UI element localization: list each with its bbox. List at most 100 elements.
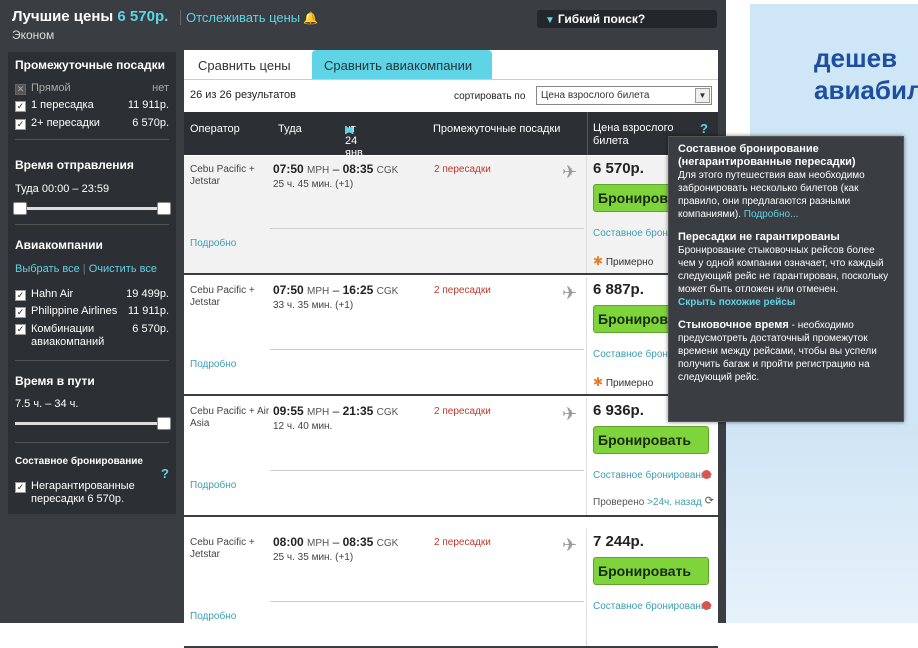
warning-icon <box>702 470 711 479</box>
col-outbound[interactable]: Туда <box>278 123 302 135</box>
next-date-icon[interactable]: ▶ <box>345 123 353 136</box>
details-link[interactable]: Подробно <box>190 611 236 622</box>
approx-note: ✱ Примерно <box>593 375 654 389</box>
airline-option-combinations[interactable]: ✓ Комбинации авиакомпаний 6 570р. <box>15 323 169 349</box>
stop-option-2plus[interactable]: ✓ 2+ пересадки 6 570р. <box>15 117 169 130</box>
checkbox-icon: ✓ <box>15 324 26 335</box>
operator-name: Cebu Pacific + Air Asia <box>190 406 270 429</box>
stops-count: 2 пересадки <box>434 537 491 548</box>
hide-similar-link[interactable]: Скрыть похожие рейсы <box>678 297 795 308</box>
best-price: Лучшие цены 6 570р. <box>12 8 169 25</box>
clear-all-link[interactable]: Очистить все <box>89 263 157 275</box>
sort-select[interactable]: Цена взрослого билета ▼ <box>536 86 712 105</box>
results-toolbar: 26 из 26 результатов сортировать по Цена… <box>184 79 718 111</box>
checkbox-icon: ✓ <box>15 290 26 301</box>
flight-result-row[interactable]: Cebu Pacific + Jetstar 07:50 MPH – 16:25… <box>184 277 718 396</box>
stops-filter-title: Промежуточные посадки <box>15 58 165 72</box>
help-icon[interactable]: ? <box>161 466 169 481</box>
cabin-class: Эконом <box>12 28 55 42</box>
book-button[interactable]: Бронировать <box>593 557 709 585</box>
flight-result-row[interactable]: Cebu Pacific + Jetstar 08:00 MPH – 08:35… <box>184 529 718 648</box>
flight-price: 6 936р. <box>593 402 644 419</box>
combo-booking-link[interactable]: Составное бронирование <box>593 601 712 613</box>
best-price-value: 6 570р. <box>117 8 169 25</box>
checkbox-icon: ✓ <box>15 482 26 493</box>
flight-price: 6 570р. <box>593 160 644 177</box>
refresh-icon[interactable]: ⟳ <box>705 494 714 507</box>
help-icon[interactable]: ? <box>700 121 708 136</box>
flight-times: 07:50 MPH – 16:25 CGK <box>273 283 399 297</box>
airlines-filter-title: Авиакомпании <box>15 238 103 252</box>
tab-compare-airlines[interactable]: Сравнить авиакомпании <box>312 50 492 79</box>
filters-sidebar: Промежуточные посадки ✕ Прямой нет ✓ 1 пере… <box>8 52 176 514</box>
airplane-icon: ✈ <box>562 535 578 555</box>
divider <box>270 470 584 471</box>
airline-option-philippine[interactable]: ✓ Philippine Airlines 11 911р. <box>15 305 169 318</box>
details-link[interactable]: Подробно <box>190 359 236 370</box>
results-table-header: Оператор Туда ◀ чт 24 янв ▶ Промежуточны… <box>184 112 718 159</box>
price-cell: 7 244р. Бронировать Составное бронирован… <box>586 529 718 646</box>
divider <box>270 601 584 602</box>
flight-result-row[interactable]: Cebu Pacific + Jetstar 07:50 MPH – 08:35… <box>184 156 718 275</box>
results-count: 26 из 26 результатов <box>190 89 296 101</box>
flight-price: 7 244р. <box>593 533 644 550</box>
flight-duration: 33 ч. 35 мин. (+1) <box>273 300 354 311</box>
verified-note: Проверено >24ч. назад <box>593 497 702 508</box>
stop-option-1[interactable]: ✓ 1 пересадка 11 911р. <box>15 99 169 112</box>
sort-label: сортировать по <box>454 91 526 102</box>
airline-option-hahn[interactable]: ✓ Hahn Air 19 499р. <box>15 288 169 301</box>
flight-search-app: Лучшие цены 6 570р. Эконом Отслеживать ц… <box>0 0 726 648</box>
flight-times: 08:00 MPH – 08:35 CGK <box>273 535 399 549</box>
checkbox-icon: ✓ <box>15 307 26 318</box>
combo-booking-link[interactable]: Составное бронирование <box>593 470 712 482</box>
divider <box>270 349 584 350</box>
flight-duration: 12 ч. 40 мин. <box>273 421 333 432</box>
flight-times: 07:50 MPH – 08:35 CGK <box>273 162 399 176</box>
flight-duration: 25 ч. 45 мин. (+1) <box>273 179 354 190</box>
col-operator[interactable]: Оператор <box>190 123 240 135</box>
duration-slider[interactable] <box>15 417 171 430</box>
warning-icon <box>702 601 711 610</box>
chevron-down-icon[interactable]: ▼ <box>695 88 710 103</box>
stop-option-direct[interactable]: ✕ Прямой нет <box>15 82 169 95</box>
departure-slider[interactable] <box>13 202 171 215</box>
flight-result-row[interactable]: Cebu Pacific + Air Asia 09:55 MPH – 21:3… <box>184 398 718 517</box>
select-all-link[interactable]: Выбрать все <box>15 263 80 275</box>
combo-booking-option[interactable]: ✓ Негарантированные пересадки 6 570р. <box>15 480 169 506</box>
airplane-icon: ✈ <box>562 162 578 182</box>
flight-duration: 25 ч. 35 мин. (+1) <box>273 552 354 563</box>
stops-count: 2 пересадки <box>434 285 491 296</box>
star-icon: ✱ <box>593 375 604 389</box>
departure-range: Туда 00:00 – 23:59 <box>15 183 110 195</box>
departure-filter-title: Время отправления <box>15 158 134 172</box>
operator-name: Cebu Pacific + Jetstar <box>190 537 255 560</box>
operator-name: Cebu Pacific + Jetstar <box>190 285 255 308</box>
star-icon: ✱ <box>593 254 604 268</box>
flexible-search-button[interactable]: ▼ Гибкий поиск? <box>537 10 717 28</box>
details-link[interactable]: Подробно <box>190 480 236 491</box>
stops-count: 2 пересадки <box>434 164 491 175</box>
slider-handle-start[interactable] <box>13 202 27 215</box>
checkbox-icon: ✓ <box>15 119 26 130</box>
slider-handle-end[interactable] <box>157 202 171 215</box>
approx-note: ✱ Примерно <box>593 254 654 268</box>
flight-price: 6 887р. <box>593 281 644 298</box>
col-stops[interactable]: Промежуточные посадки <box>433 123 560 135</box>
airplane-icon: ✈ <box>562 283 578 303</box>
combo-booking-tooltip: Составное бронирование (негарантированны… <box>668 136 904 422</box>
slider-handle-end[interactable] <box>157 417 171 430</box>
divider <box>270 228 584 229</box>
tab-compare-prices[interactable]: Сравнить цены <box>186 50 304 79</box>
bell-icon: 🔔 <box>303 11 319 25</box>
triangle-down-icon: ▼ <box>545 15 555 26</box>
operator-name: Cebu Pacific + Jetstar <box>190 164 255 187</box>
checkbox-icon: ✕ <box>15 84 26 95</box>
book-button[interactable]: Бронировать <box>593 426 709 454</box>
track-prices-link[interactable]: Отслеживать цены 🔔 <box>180 10 318 25</box>
results-panel: Сравнить цены Сравнить авиакомпании 26 и… <box>184 50 718 648</box>
flight-times: 09:55 MPH – 21:35 CGK <box>273 404 399 418</box>
ad-text: дешев авиабил <box>814 43 918 105</box>
details-link[interactable]: Подробно <box>190 238 236 249</box>
more-link[interactable]: Подробно... <box>744 209 799 220</box>
airplane-icon: ✈ <box>562 404 578 424</box>
